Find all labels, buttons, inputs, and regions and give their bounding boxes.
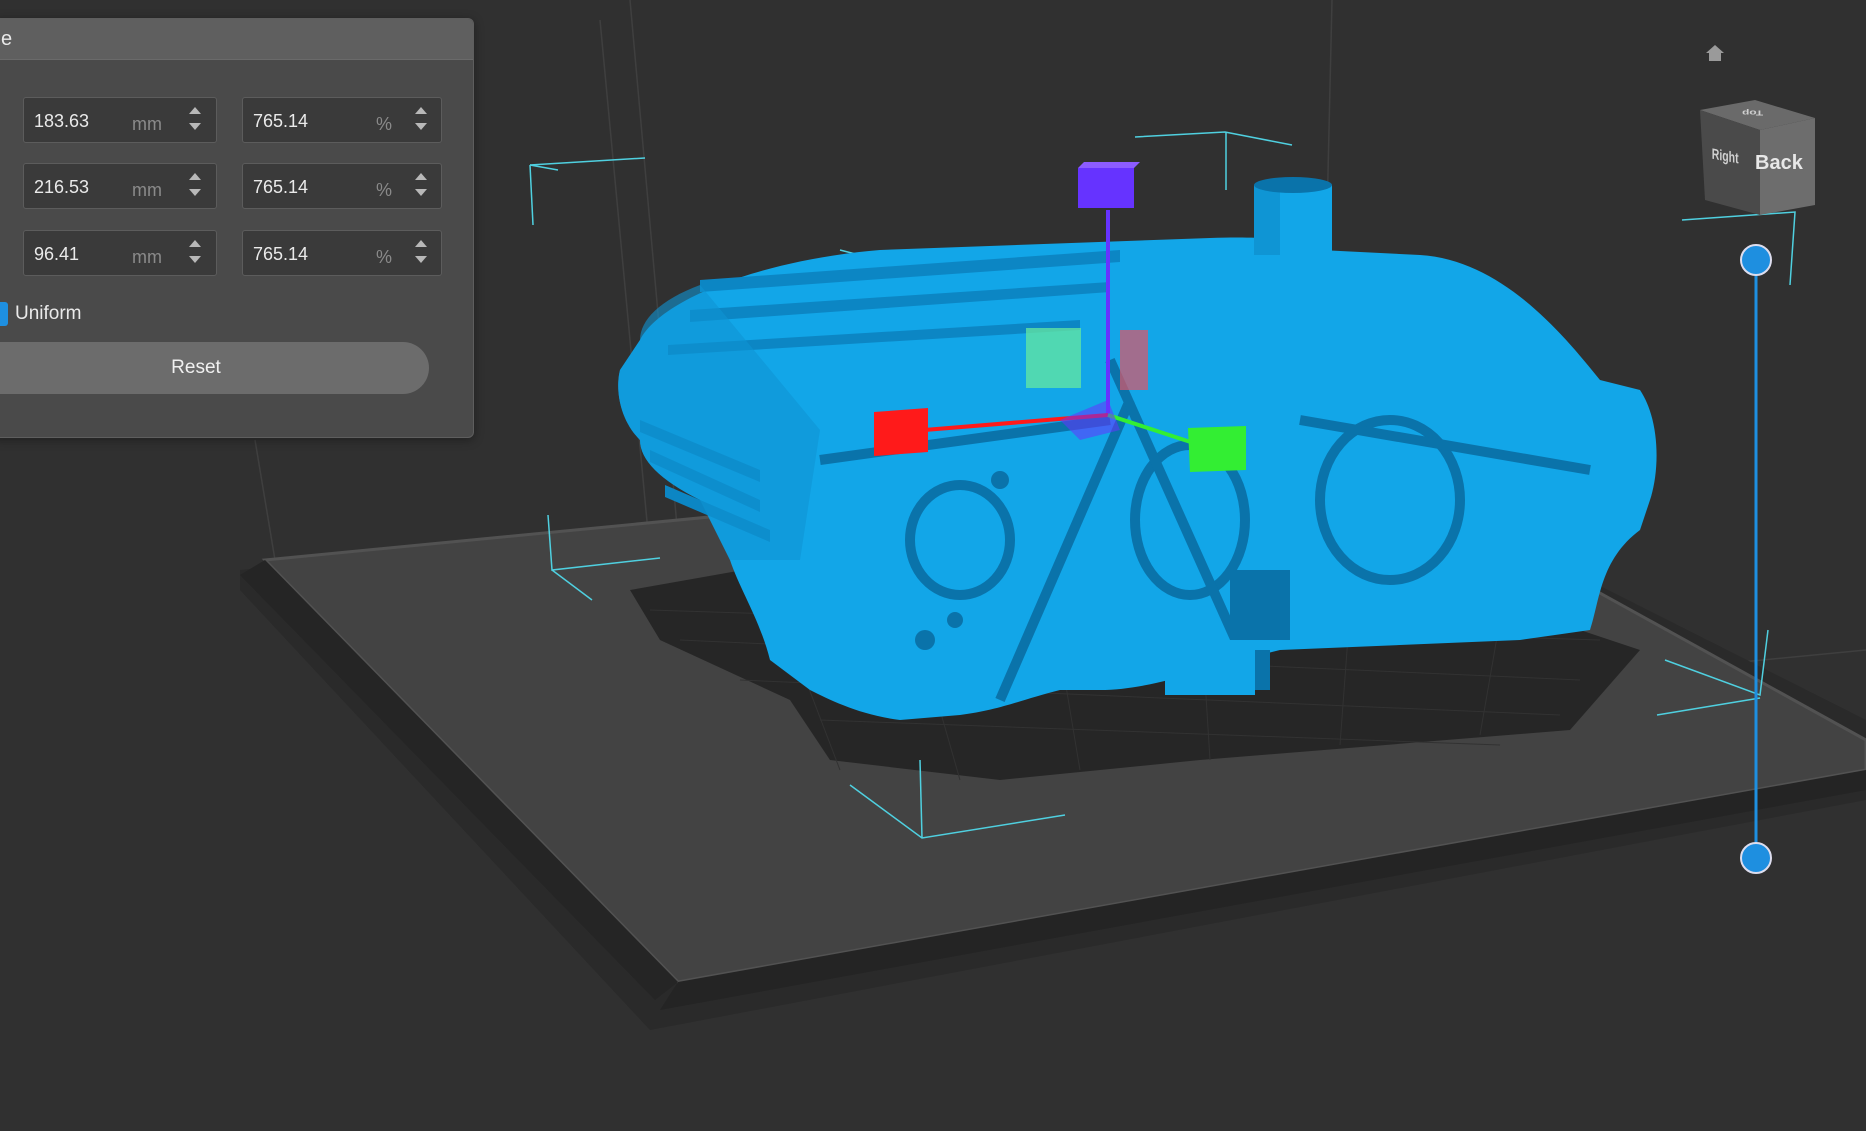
panel-title: e <box>0 19 473 60</box>
depth-percent-unit: % <box>376 180 393 200</box>
width-percent-field[interactable]: 765.14 % <box>242 97 442 143</box>
chevron-down-icon <box>415 256 427 263</box>
width-mm-stepper[interactable] <box>187 103 203 139</box>
uniform-checkbox[interactable] <box>0 302 8 326</box>
height-percent-unit: % <box>376 247 393 267</box>
layer-slider-top-handle <box>1740 244 1772 276</box>
width-mm-value: 183.63 <box>34 111 90 131</box>
width-mm-unit: mm <box>132 114 162 134</box>
x-axis-handle <box>874 408 928 456</box>
depth-mm-unit: mm <box>132 180 162 200</box>
chevron-up-icon <box>189 240 201 247</box>
z-axis-handle <box>1078 168 1134 208</box>
width-percent-stepper[interactable] <box>413 103 429 139</box>
depth-percent-stepper[interactable] <box>413 169 429 205</box>
chevron-down-icon <box>189 189 201 196</box>
width-percent-unit: % <box>376 114 393 134</box>
depth-mm-field[interactable]: 216.53 mm <box>23 163 217 209</box>
depth-mm-stepper[interactable] <box>187 169 203 205</box>
scale-panel: e 183.63 mm 765.14 % 216.53 mm 765.14 % … <box>0 18 474 438</box>
chevron-down-icon <box>415 189 427 196</box>
3d-model[interactable] <box>618 177 1657 720</box>
height-percent-field[interactable]: 765.14 % <box>242 230 442 276</box>
view-cube-top-label: Top <box>1742 108 1764 118</box>
reset-button[interactable]: Reset <box>0 342 429 394</box>
width-mm-field[interactable]: 183.63 mm <box>23 97 217 143</box>
layer-slider-bottom-handle <box>1740 842 1772 874</box>
height-mm-unit: mm <box>132 247 162 267</box>
chevron-up-icon <box>415 173 427 180</box>
chevron-down-icon <box>415 123 427 130</box>
height-mm-value: 96.41 <box>34 244 80 264</box>
xz-plane-handle <box>1120 330 1148 390</box>
width-percent-value: 765.14 <box>253 111 309 131</box>
uniform-label: Uniform <box>15 303 82 324</box>
chevron-up-icon <box>415 107 427 114</box>
chevron-up-icon <box>189 107 201 114</box>
chevron-up-icon <box>189 173 201 180</box>
depth-mm-value: 216.53 <box>34 177 90 197</box>
view-cube-back-label: Back <box>1755 152 1803 174</box>
height-mm-stepper[interactable] <box>187 236 203 272</box>
chevron-up-icon <box>415 240 427 247</box>
depth-percent-value: 765.14 <box>253 177 309 197</box>
chevron-down-icon <box>189 123 201 130</box>
height-percent-stepper[interactable] <box>413 236 429 272</box>
depth-percent-field[interactable]: 765.14 % <box>242 163 442 209</box>
yz-plane-handle <box>1026 328 1081 388</box>
height-mm-field[interactable]: 96.41 mm <box>23 230 217 276</box>
home-icon[interactable] <box>1704 42 1726 64</box>
chevron-down-icon <box>189 256 201 263</box>
model-chimney <box>1254 177 1332 255</box>
y-axis-handle <box>1188 426 1246 472</box>
height-percent-value: 765.14 <box>253 244 309 264</box>
